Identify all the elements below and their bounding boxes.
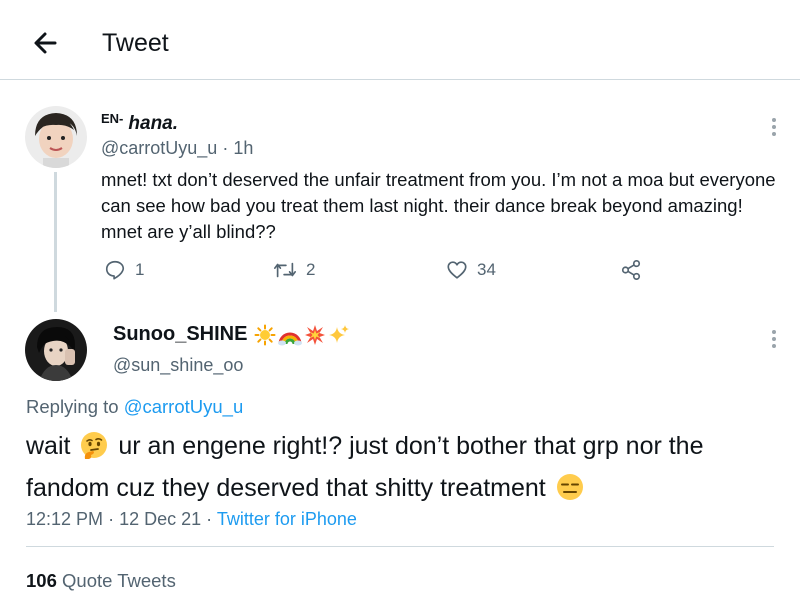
arrow-left-icon: [34, 32, 57, 54]
back-button[interactable]: [28, 26, 62, 60]
expressionless-face-emoji-icon: [555, 472, 585, 512]
like-button[interactable]: 34: [446, 258, 496, 282]
author-name-prefix: EN-: [101, 111, 124, 126]
retweet-button[interactable]: 2: [273, 258, 315, 282]
reply-icon: [105, 260, 125, 280]
tweet-text-part1: wait: [26, 432, 71, 460]
handle-text[interactable]: @carrotUyu_u: [101, 138, 217, 158]
reply-count: 1: [135, 260, 145, 279]
quote-tweets-count: 106: [26, 570, 57, 591]
quote-tweets-label: Quote Tweets: [62, 570, 176, 591]
tweet-source-link[interactable]: Twitter for iPhone: [217, 509, 357, 529]
quote-tweets-link[interactable]: 106 Quote Tweets: [26, 570, 176, 592]
more-dots-icon: [772, 330, 776, 334]
more-dots-icon: [772, 118, 776, 122]
tweet-text-part2: ur an engene right!? just don’t bother t…: [26, 432, 704, 502]
retweet-icon: [274, 262, 296, 278]
sparkles-emoji-icon: [329, 324, 350, 343]
rainbow-emoji-icon: [278, 332, 303, 345]
timestamp[interactable]: 1h: [233, 138, 253, 158]
replying-to: Replying to @carrotUyu_u: [26, 396, 243, 418]
reply-button[interactable]: 1: [104, 258, 144, 282]
tweet-meta: 12:12 PM · 12 Dec 21 · Twitter for iPhon…: [26, 509, 357, 530]
author-name[interactable]: Sunoo_SHINE: [113, 323, 352, 346]
avatar[interactable]: [25, 106, 87, 168]
tweet-text: wait ur an engene right!? just don’t bot…: [26, 428, 786, 512]
avatar[interactable]: [25, 319, 87, 381]
more-options-button[interactable]: [769, 118, 779, 140]
like-count: 34: [477, 260, 496, 279]
tweet-time[interactable]: 12:12 PM: [26, 509, 103, 529]
thinking-face-emoji-icon: [79, 430, 109, 470]
heart-icon: [447, 261, 467, 279]
author-name-text: Sunoo_SHINE: [113, 323, 248, 345]
author-name[interactable]: EN-hana.: [101, 111, 178, 135]
separator: ·: [222, 138, 229, 158]
name-emojis: [254, 324, 352, 346]
separator: ·: [206, 509, 213, 529]
header-bar: Tweet: [0, 0, 800, 80]
replying-to-link[interactable]: @carrotUyu_u: [124, 396, 244, 417]
tweet-date[interactable]: 12 Dec 21: [119, 509, 201, 529]
page-title: Tweet: [102, 29, 169, 57]
retweet-count: 2: [306, 260, 316, 279]
more-options-button[interactable]: [769, 330, 779, 352]
share-icon: [621, 260, 641, 280]
share-button[interactable]: [620, 258, 651, 282]
tweet-text: mnet! txt don’t deserved the unfair trea…: [101, 169, 776, 242]
divider: [26, 546, 774, 547]
author-name-main: hana.: [128, 113, 179, 134]
author-handle[interactable]: @sun_shine_oo: [113, 355, 243, 376]
collision-emoji-icon: [305, 324, 326, 345]
thread-line: [54, 172, 57, 312]
sun-emoji-icon: [254, 324, 276, 345]
separator: ·: [108, 509, 115, 529]
replying-prefix: Replying to: [26, 396, 119, 417]
author-handle: @carrotUyu_u · 1h: [101, 138, 253, 159]
